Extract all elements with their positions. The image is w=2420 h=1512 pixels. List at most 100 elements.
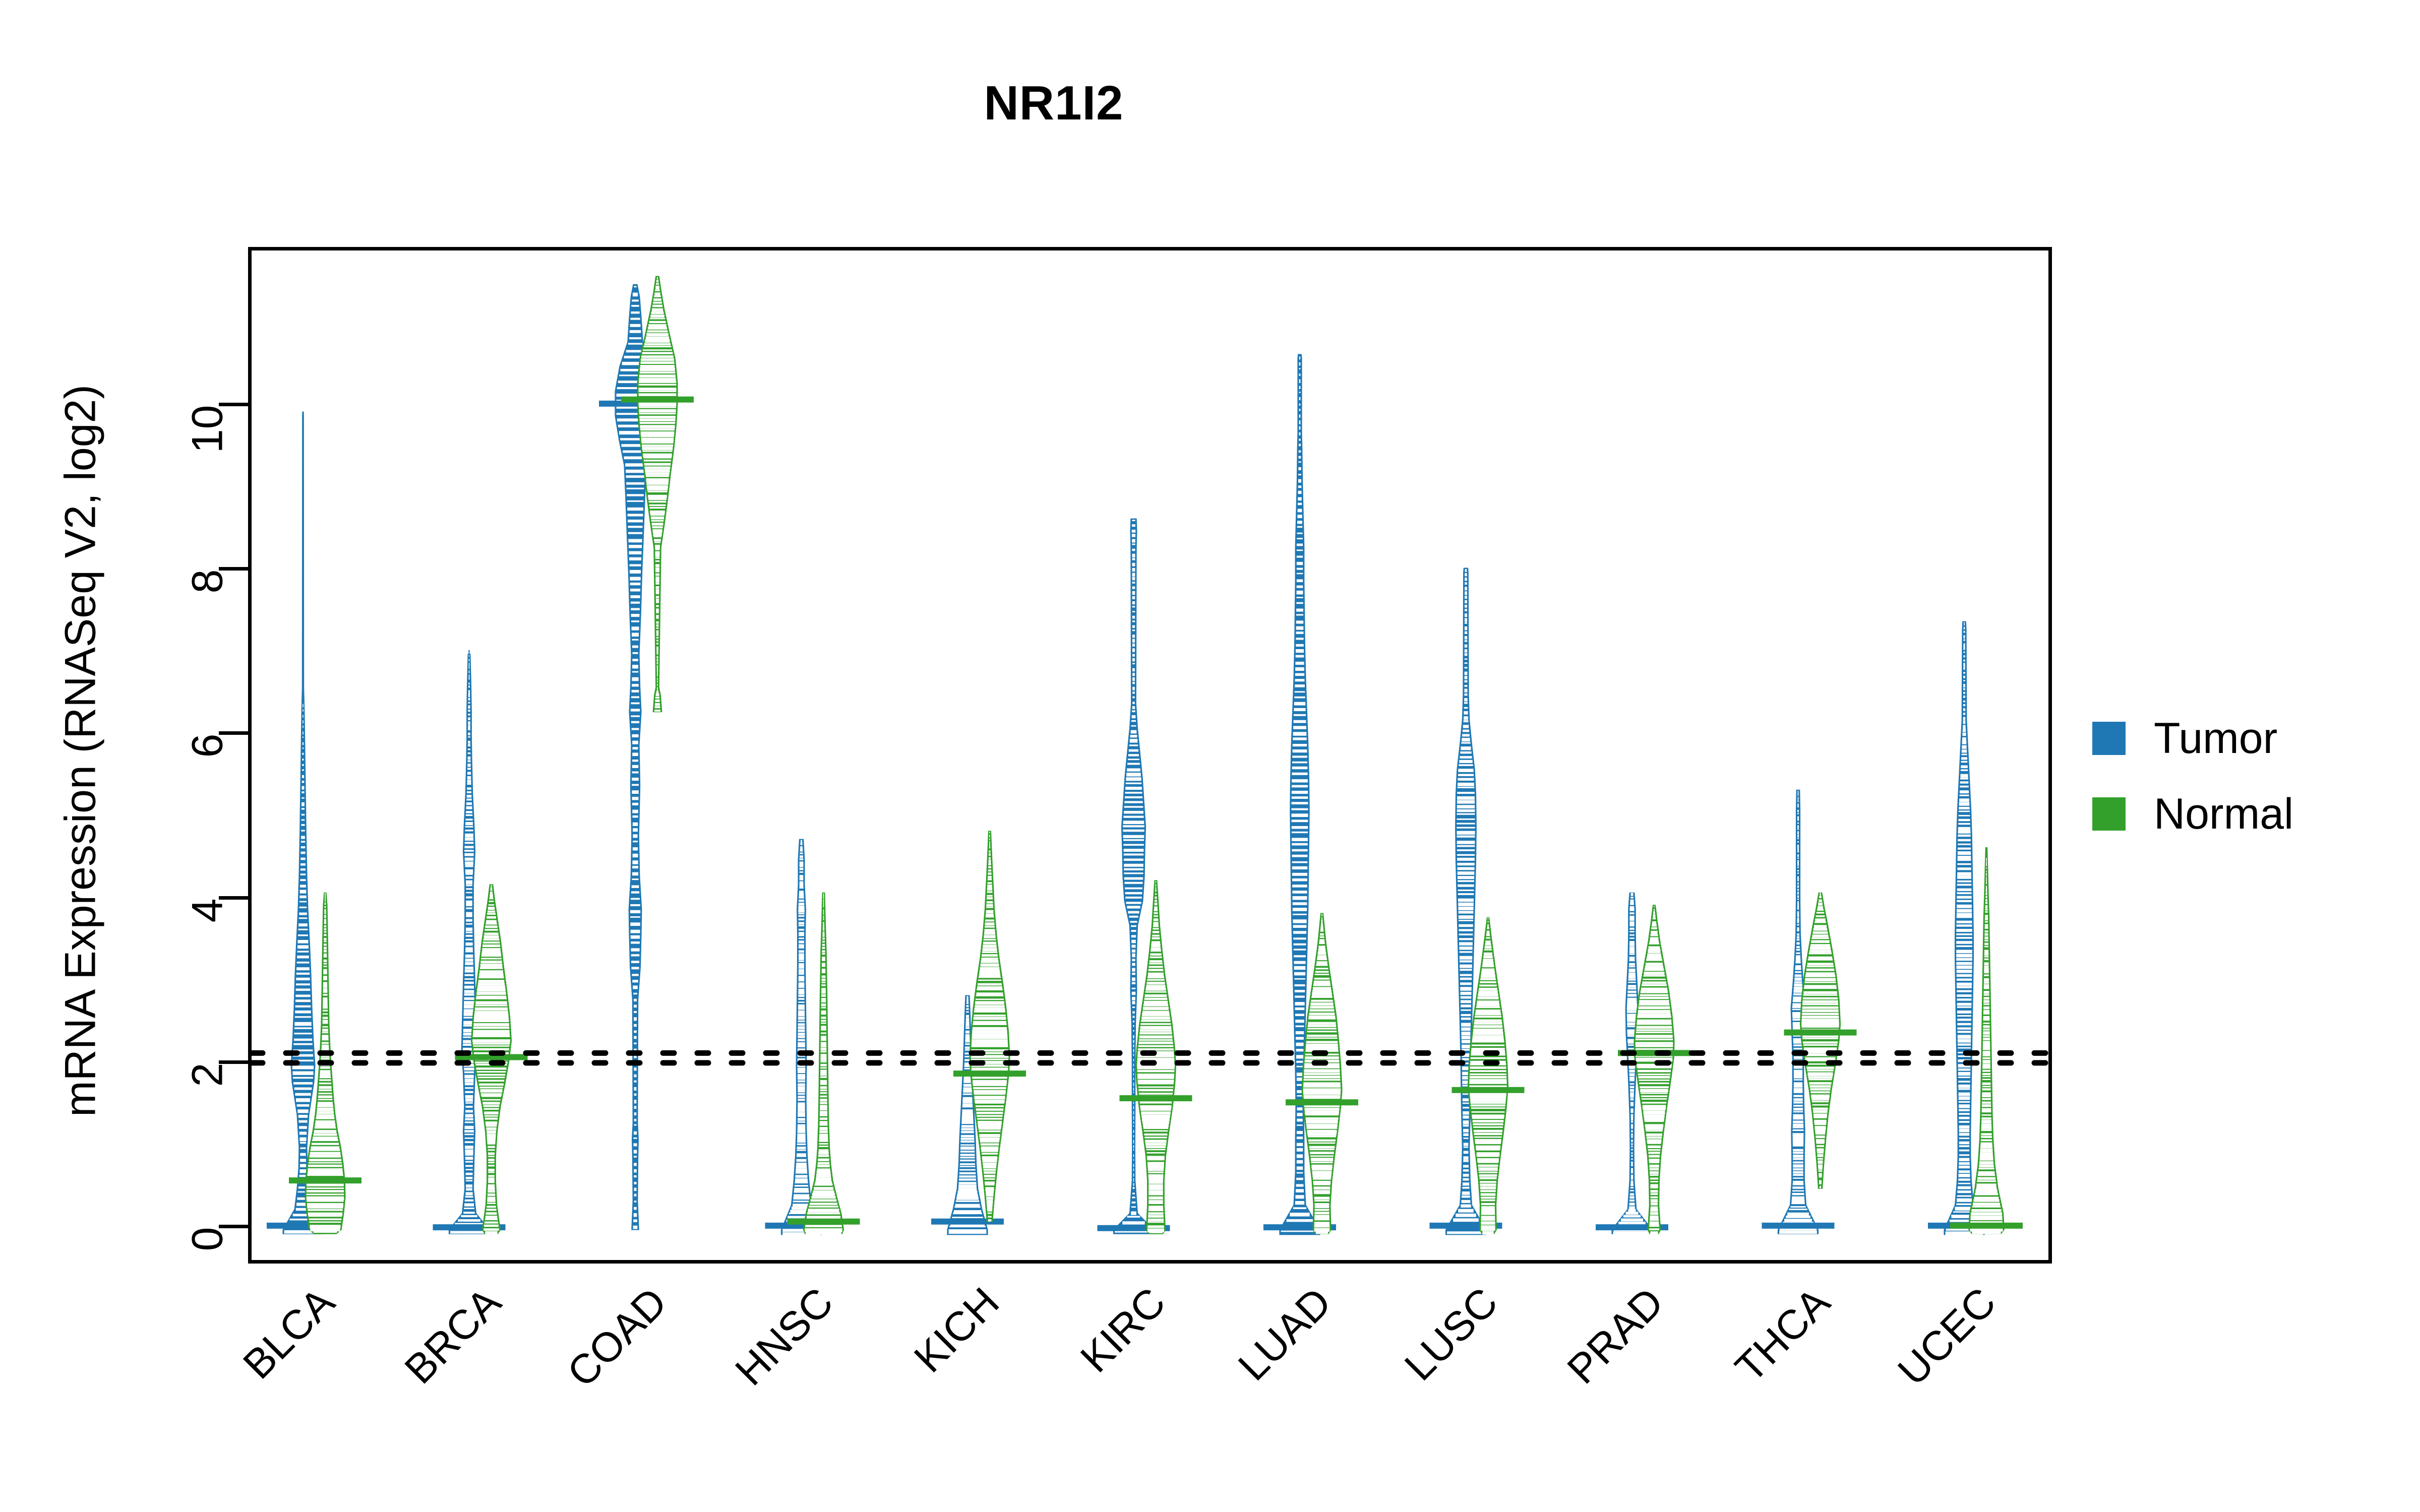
violin-sample-stripe [1312, 1171, 1332, 1175]
violin-sample-stripe [1818, 1164, 1823, 1168]
violin-sample-stripe [1123, 853, 1144, 856]
violin-sample-stripe [296, 983, 310, 986]
violin-sample-stripe [1294, 702, 1306, 706]
violin-sample-stripe [1481, 1196, 1495, 1199]
violin-sample-stripe [1458, 884, 1474, 887]
violin-sample-stripe [1319, 939, 1325, 942]
violin-sample-stripe [1295, 1195, 1304, 1199]
violin-sample-stripe [1132, 677, 1135, 681]
violin-sample-stripe [1133, 1173, 1134, 1177]
violin-sample-stripe [1795, 965, 1801, 969]
violin-sample-stripe [798, 1033, 805, 1036]
violin-sample-stripe [1297, 509, 1302, 513]
violin-sample-stripe [1155, 881, 1157, 883]
violin-sample-stripe [1457, 792, 1475, 794]
violin-sample-stripe [1958, 1077, 1970, 1079]
violin-sample-stripe [646, 478, 669, 482]
violin-sample-stripe [1148, 1177, 1163, 1181]
violin-sample-stripe [465, 876, 473, 879]
violin-sample-stripe [630, 904, 640, 907]
violin-sample-stripe [463, 1212, 475, 1214]
violin-sample-stripe [1957, 1018, 1971, 1021]
violin-sample-stripe [1141, 1111, 1171, 1115]
violin-sample-stripe [467, 757, 471, 760]
violin-sample-stripe [965, 1030, 970, 1034]
violin-sample-stripe [1484, 946, 1492, 949]
violin-sample-stripe [1293, 925, 1307, 928]
violin-sample-stripe [1651, 930, 1658, 934]
violin-sample-stripe [1629, 941, 1635, 945]
violin-sample-stripe [1957, 1031, 1971, 1033]
violin-sample-stripe [960, 1135, 975, 1138]
violin-sample-stripe [468, 705, 470, 709]
violin-sample-stripe [1984, 974, 1989, 976]
violin-sample-stripe [1131, 1211, 1136, 1215]
violin-sample-stripe [1292, 885, 1307, 888]
violin-sample-stripe [794, 1190, 809, 1193]
violin-sample-stripe [1299, 426, 1301, 430]
violin-sample-stripe [1133, 1149, 1134, 1151]
violin-sample-stripe [1314, 1203, 1329, 1207]
violin-sample-stripe [1130, 730, 1137, 734]
violin-sample-stripe [1464, 685, 1468, 687]
violin-sample-stripe [464, 850, 474, 852]
violin-sample-stripe [656, 608, 659, 612]
violin-sample-stripe [1145, 1140, 1167, 1143]
violin-sample-stripe [1296, 1166, 1303, 1170]
violin-sample-stripe [799, 858, 804, 860]
violin-sample-stripe [820, 1086, 827, 1089]
violin-sample-stripe [820, 1069, 827, 1074]
violin-sample-stripe [1790, 1206, 1806, 1208]
violin-sample-stripe [465, 833, 473, 838]
violin-sample-stripe [1460, 969, 1472, 971]
violin-sample-stripe [634, 1036, 637, 1039]
violin-sample-stripe [1133, 1121, 1134, 1124]
violin-sample-stripe [1292, 866, 1308, 870]
violin-sample-stripe [1132, 710, 1135, 713]
violin-sample-stripe [1805, 972, 1835, 976]
violin-sample-stripe [655, 693, 659, 697]
violin-sample-stripe [656, 615, 659, 619]
violin-sample-stripe [632, 771, 639, 774]
legend-item-tumor: Tumor [2092, 701, 2293, 776]
violin-sample-stripe [1148, 1206, 1163, 1209]
violin-sample-stripe [1956, 929, 1972, 932]
violin-sample-stripe [464, 1075, 474, 1079]
violin-sample-stripe [467, 787, 471, 790]
violin-sample-stripe [302, 769, 304, 771]
violin-sample-stripe [798, 912, 805, 915]
violin-sample-stripe [1462, 1058, 1470, 1061]
violin-sample-stripe [490, 888, 493, 891]
violin-sample-stripe [1297, 532, 1303, 534]
violin-sample-stripe [1292, 891, 1307, 894]
violin-sample-stripe [634, 1074, 637, 1078]
violin-sample-stripe [1654, 906, 1655, 908]
violin-sample-stripe [1631, 1133, 1633, 1136]
violin-sample-stripe [632, 784, 639, 786]
violin-sample-stripe [1631, 1139, 1633, 1143]
violin-sample-stripe [1977, 1177, 1995, 1180]
violin-sample-stripe [1474, 1136, 1502, 1138]
violin-sample-stripe [1463, 1169, 1469, 1172]
violin-sample-stripe [1630, 1114, 1634, 1118]
violin-sample-stripe [643, 349, 672, 351]
violin-sample-stripe [1298, 461, 1301, 463]
violin-sample-stripe [1963, 643, 1965, 647]
violin-sample-stripe [300, 857, 306, 860]
violin-sample-stripe [1126, 777, 1141, 781]
violin-sample-stripe [1145, 987, 1166, 991]
violin-sample-stripe [1983, 1003, 1989, 1005]
violin-sample-stripe [298, 1114, 308, 1118]
violin-sample-stripe [1983, 994, 1989, 996]
violin-sample-stripe [301, 786, 305, 790]
violin-sample-stripe [1629, 931, 1635, 932]
violin-sample-stripe [1796, 942, 1800, 945]
violin-sample-stripe [306, 1196, 344, 1201]
violin-sample-stripe [1295, 995, 1305, 998]
violin-sample-stripe [627, 507, 643, 511]
violin-sample-stripe [1984, 930, 1988, 933]
violin-sample-stripe [1296, 1042, 1304, 1046]
violin-sample-stripe [633, 1143, 637, 1147]
violin-sample-stripe [307, 1187, 344, 1189]
violin-sample-stripe [822, 937, 825, 940]
